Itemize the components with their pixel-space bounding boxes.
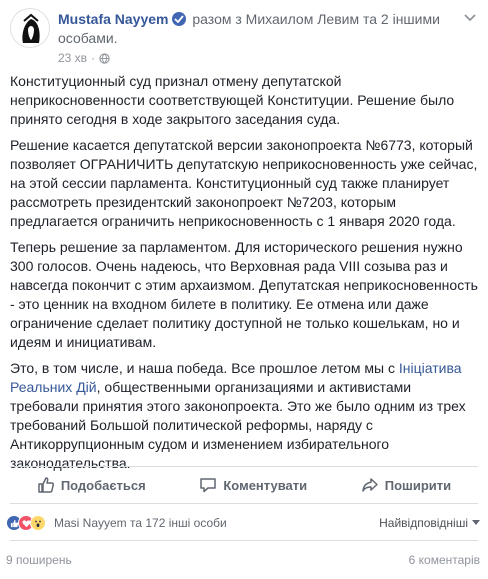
- avatar[interactable]: [10, 8, 50, 48]
- caret-down-icon: [472, 520, 480, 525]
- share-button[interactable]: Поширити: [353, 469, 459, 501]
- shares-count[interactable]: 9 поширень: [6, 553, 72, 567]
- author-name[interactable]: Mustafa Nayyem: [58, 11, 169, 27]
- post-paragraph: Теперь решение за парламентом. Для истор…: [10, 239, 478, 350]
- post-paragraph: Это, в том числе, и наша победа. Все про…: [10, 359, 480, 473]
- post-body: Конституционный суд признал отмену депут…: [10, 72, 480, 480]
- post-meta: 23 хв ·: [58, 51, 110, 65]
- post-paragraph: Конституционный суд признал отмену депут…: [10, 73, 455, 127]
- reactions-summary[interactable]: Masi Nayyem та 172 інші особи: [54, 516, 227, 530]
- thumbs-up-icon: [38, 477, 54, 493]
- post-text: Это, в том числе, и наша победа. Все про…: [10, 360, 399, 376]
- chevron-down-icon[interactable]: [464, 14, 476, 22]
- globe-icon[interactable]: [99, 52, 110, 64]
- comments-count[interactable]: 6 коментарів: [409, 553, 480, 567]
- divider: [10, 503, 478, 504]
- share-label: Поширити: [384, 477, 452, 493]
- share-icon: [362, 478, 378, 492]
- like-label: Подобається: [60, 477, 146, 493]
- post-header-text: Mustafa Nayyem разом з Михаилом Левим та…: [58, 10, 448, 48]
- comment-label: Коментувати: [223, 477, 308, 493]
- comment-icon: [200, 478, 217, 493]
- comment-sort-dropdown[interactable]: Найвідповідніші: [379, 516, 480, 530]
- sort-label: Найвідповідніші: [379, 516, 468, 530]
- reaction-icons[interactable]: [6, 515, 46, 531]
- like-button[interactable]: Подобається: [29, 469, 154, 501]
- comment-button[interactable]: Коментувати: [191, 469, 315, 501]
- post-header: Mustafa Nayyem разом з Михаилом Левим та…: [0, 0, 488, 72]
- post-paragraph: Решение касается депутатской версии зако…: [10, 137, 478, 229]
- post-footer: 9 поширень 6 коментарів: [6, 548, 480, 572]
- reactions-bar: Masi Nayyem та 172 інші особи Найвідпові…: [6, 512, 480, 534]
- divider: [10, 466, 478, 467]
- divider: [10, 540, 478, 541]
- post-actions: Подобається Коментувати Поширити: [10, 469, 478, 501]
- wow-reaction-icon: [30, 515, 46, 531]
- post-timestamp[interactable]: 23 хв: [58, 51, 87, 65]
- verified-badge-icon: [171, 12, 186, 26]
